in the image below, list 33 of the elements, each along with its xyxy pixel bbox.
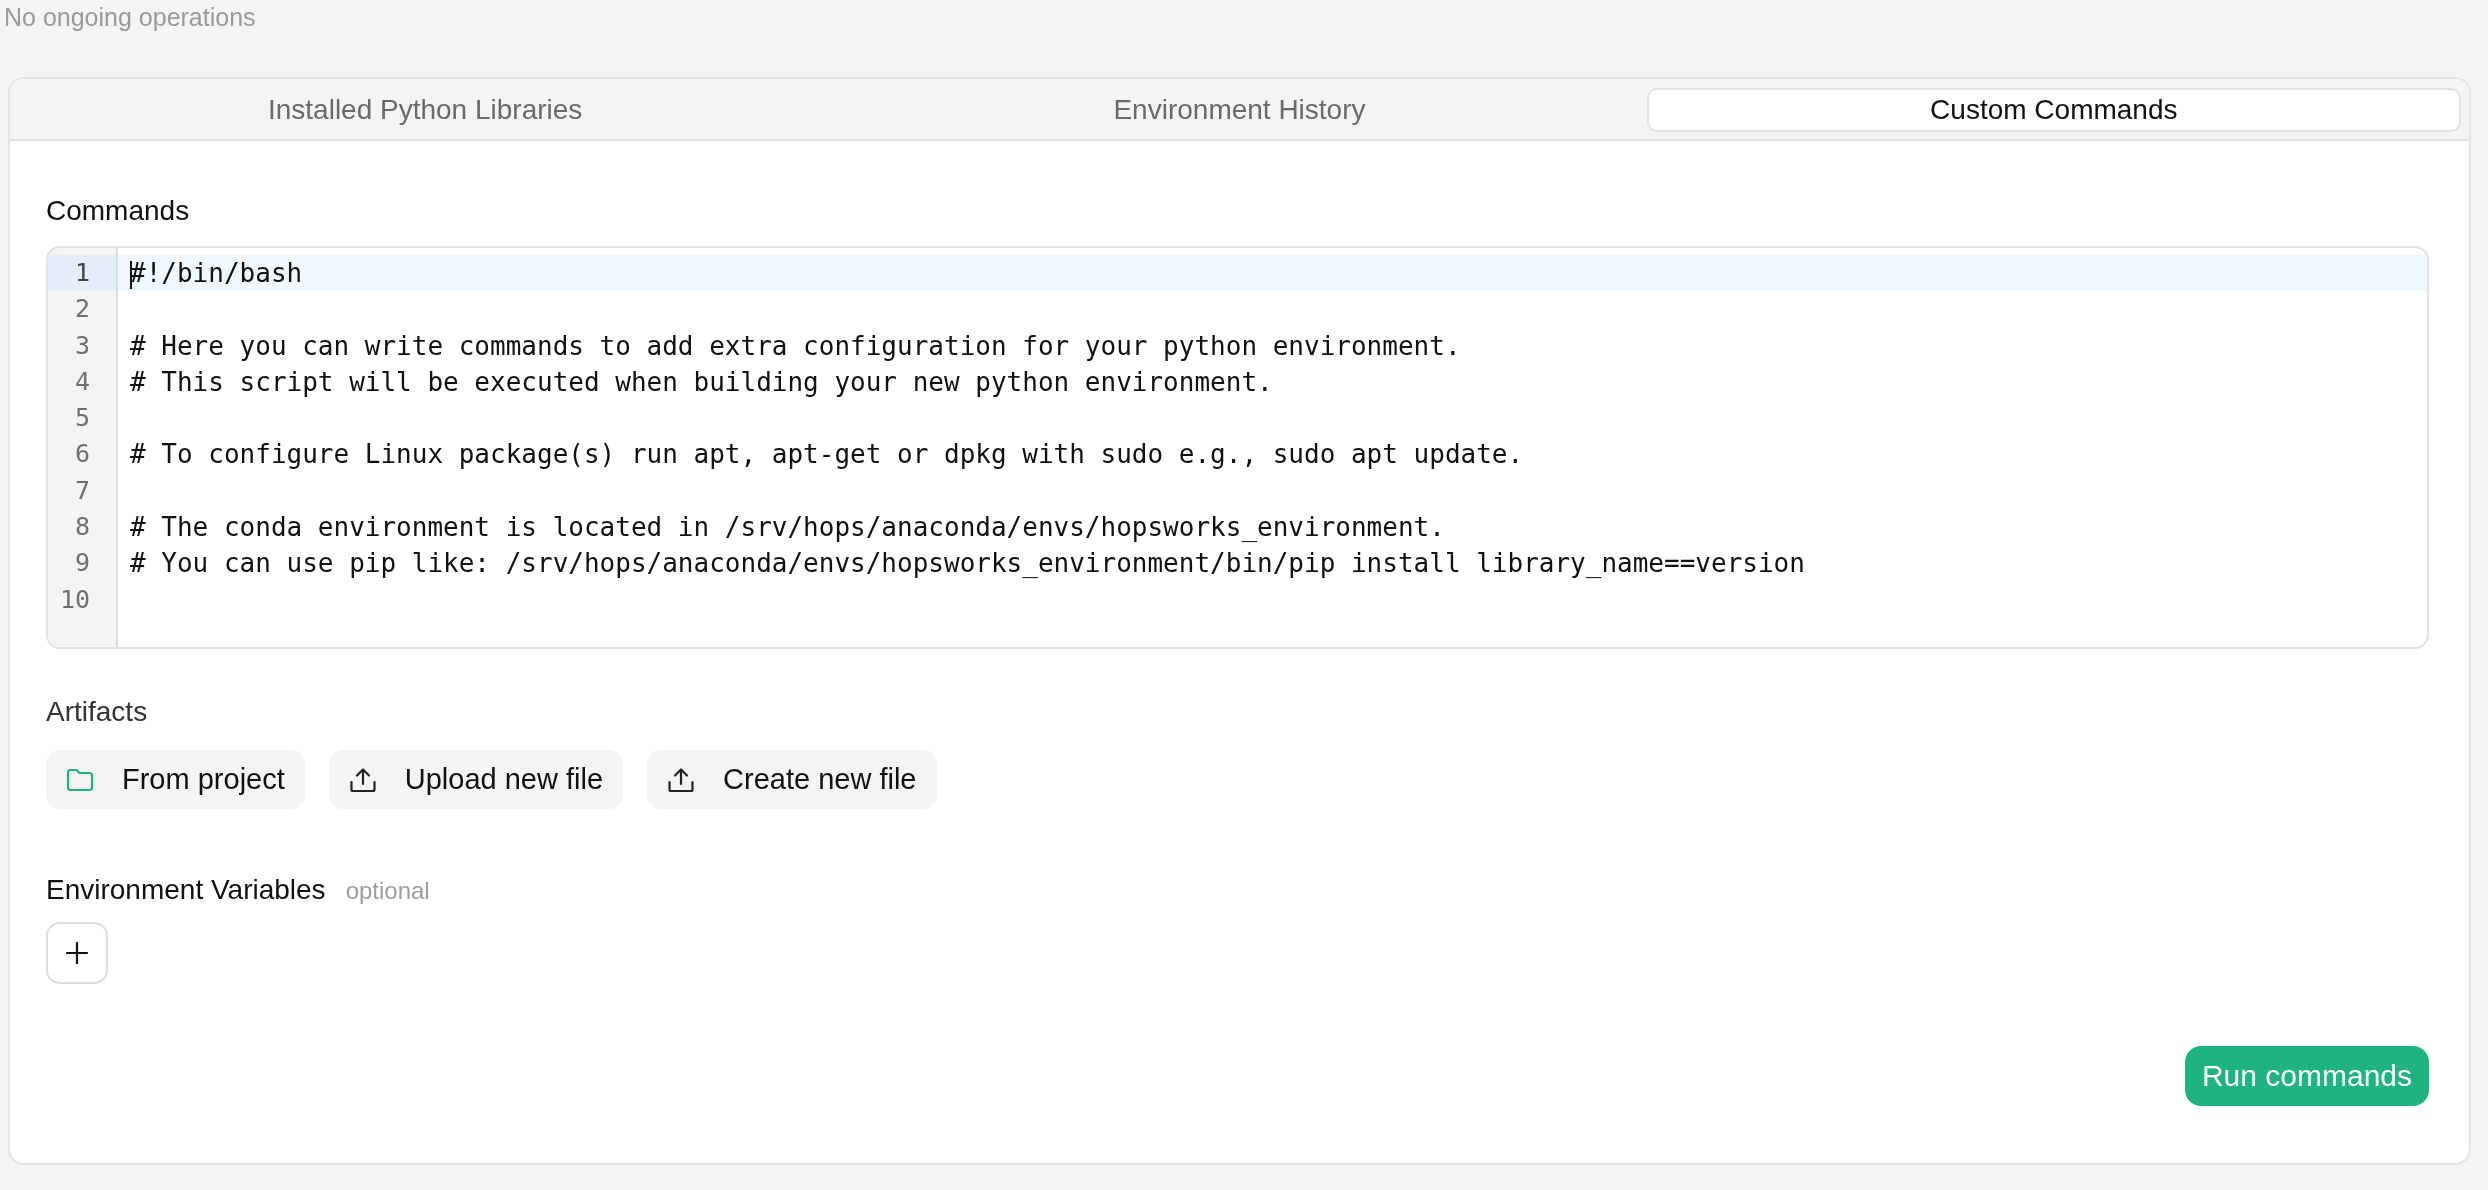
tab[interactable]: Custom Commands bbox=[1646, 88, 2461, 132]
line-number: 9 bbox=[73, 547, 91, 580]
artifact-button[interactable]: Upload new file bbox=[328, 750, 624, 809]
line-number: 4 bbox=[73, 365, 91, 398]
upload-icon bbox=[667, 766, 696, 793]
line-number: 3 bbox=[73, 329, 91, 362]
artifact-button[interactable]: Create new file bbox=[647, 750, 937, 809]
line-number: 8 bbox=[73, 511, 91, 544]
code-line: # You can use pip like: /srv/hops/anaconda/envs/hopsworks_environment/bin/pip install library_name==version bbox=[129, 547, 1806, 581]
line-number: 5 bbox=[73, 402, 91, 435]
artifact-button[interactable]: From project bbox=[46, 750, 305, 809]
section-label: Environment Variables bbox=[46, 874, 326, 906]
line-number: 2 bbox=[73, 293, 91, 326]
plus-icon bbox=[66, 942, 88, 964]
add-variable-button[interactable] bbox=[46, 922, 108, 984]
code-line: # This script will be executed when building your new python environment. bbox=[129, 365, 1274, 399]
upload-icon bbox=[348, 766, 377, 793]
section-label: Artifacts bbox=[46, 696, 148, 728]
line-number: 6 bbox=[73, 438, 91, 471]
code-line: # The conda environment is located in /srv/hops/anaconda/envs/hopsworks_environment. bbox=[129, 511, 1446, 545]
tab[interactable]: Environment History bbox=[832, 88, 1647, 132]
code-editor[interactable] bbox=[46, 246, 2429, 649]
optional-hint: optional bbox=[345, 877, 430, 905]
code-line: # Here you can write commands to add extra configuration for your python environment. bbox=[129, 329, 1462, 363]
line-number: 10 bbox=[58, 583, 91, 616]
section-label: Commands bbox=[46, 195, 190, 227]
tab[interactable]: Installed Python Libraries bbox=[18, 88, 833, 132]
line-number: 1 bbox=[48, 255, 116, 292]
line-number: 7 bbox=[73, 474, 91, 507]
status-text: No ongoing operations bbox=[4, 2, 256, 33]
text-cursor bbox=[130, 260, 132, 289]
code-line: # To configure Linux package(s) run apt, apt-get or dpkg with sudo e.g., sudo apt update. bbox=[129, 438, 1525, 472]
folder-icon bbox=[66, 766, 94, 793]
